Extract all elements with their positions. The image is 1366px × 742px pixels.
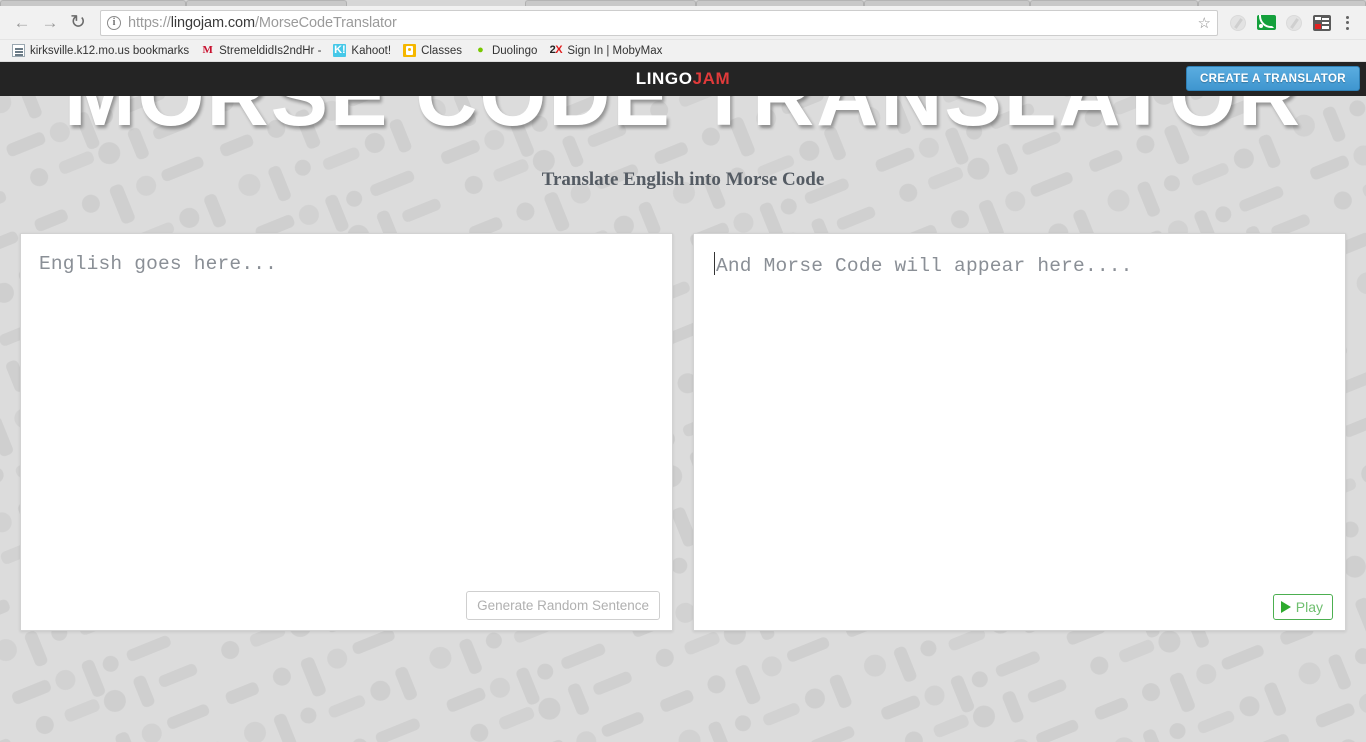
tab[interactable]	[695, 0, 864, 6]
browser-toolbar: ← → ↻ i https://lingojam.com/MorseCodeTr…	[0, 6, 1366, 40]
morse-output-panel[interactable]: And Morse Code will appear here.... Play	[693, 233, 1346, 632]
tab[interactable]	[0, 0, 186, 6]
english-input-placeholder: English goes here...	[39, 253, 278, 276]
morse-output-placeholder-row: And Morse Code will appear here....	[712, 252, 1329, 279]
site-background: MORSE CODE TRANSLATOR Translate English …	[0, 96, 1366, 742]
site-header: LINGOJAM CREATE A TRANSLATOR	[0, 62, 1366, 96]
address-bar[interactable]: i https://lingojam.com/MorseCodeTranslat…	[100, 9, 1218, 36]
cast-icon[interactable]	[1253, 10, 1279, 36]
m-letter-icon: M	[202, 44, 213, 56]
create-a-translator-button[interactable]: CREATE A TRANSLATOR	[1185, 66, 1360, 91]
bookmarks-bar: kirksville.k12.mo.us bookmarks M Stremel…	[0, 40, 1366, 62]
play-button-label: Play	[1295, 599, 1323, 616]
tab[interactable]	[185, 0, 347, 6]
url-scheme: https://	[128, 14, 171, 31]
extension-puzzle-icon-2[interactable]	[1281, 10, 1307, 36]
text-caret	[714, 252, 715, 276]
back-button[interactable]: ←	[8, 9, 36, 37]
morse-output-placeholder: And Morse Code will appear here....	[716, 255, 1133, 278]
mobymax-2x-icon: 2X	[549, 44, 563, 56]
bookmark-star-icon[interactable]: ☆	[1192, 14, 1211, 32]
input-panel-footer: Generate Random Sentence	[466, 591, 660, 621]
classes-icon	[403, 44, 417, 57]
tab-gap	[347, 0, 525, 6]
lingojam-logo[interactable]: LINGOJAM	[636, 69, 731, 89]
folder-icon	[12, 44, 25, 57]
extension-puzzle-icon[interactable]	[1225, 10, 1251, 36]
logo-primary: LINGO	[635, 69, 693, 88]
play-triangle-icon	[1280, 601, 1291, 614]
bookmark-item[interactable]: ● Duolingo	[468, 41, 543, 61]
bookmark-item[interactable]: K! Kahoot!	[327, 41, 397, 61]
url-host: lingojam.com	[170, 14, 255, 31]
chrome-menu-icon[interactable]	[1336, 10, 1358, 36]
bookmark-item[interactable]: kirksville.k12.mo.us bookmarks	[6, 41, 195, 61]
url-path: /MorseCodeTranslator	[254, 14, 397, 31]
tab[interactable]	[863, 0, 1030, 6]
tab-strip[interactable]	[0, 0, 1366, 6]
bookmark-item[interactable]: 2X Sign In | MobyMax	[543, 41, 668, 61]
page-title: MORSE CODE TRANSLATOR	[63, 96, 1303, 144]
bookmark-label: kirksville.k12.mo.us bookmarks	[30, 44, 190, 57]
site-info-icon[interactable]: i	[107, 15, 121, 30]
reload-button[interactable]: ↻	[64, 9, 92, 37]
bookmark-label: Sign In | MobyMax	[567, 44, 663, 57]
kahoot-icon: K!	[333, 44, 347, 57]
url-text: https://lingojam.com/MorseCodeTranslator	[128, 15, 397, 31]
page-subtitle: Translate English into Morse Code	[541, 169, 825, 191]
web-page: LINGOJAM CREATE A TRANSLATOR MORSE CODE …	[0, 62, 1366, 742]
calculator-icon[interactable]	[1309, 10, 1335, 36]
logo-accent: JAM	[692, 69, 731, 88]
tab-active[interactable]	[1197, 0, 1366, 6]
generate-random-sentence-button[interactable]: Generate Random Sentence	[466, 591, 660, 621]
output-panel-footer: Play	[1272, 594, 1333, 621]
bookmark-item[interactable]: M StremeldidIs2ndHr -	[195, 41, 327, 61]
english-input-panel[interactable]: English goes here... Generate Random Sen…	[20, 233, 673, 632]
bookmark-item[interactable]: Classes	[397, 41, 468, 61]
play-button[interactable]: Play	[1272, 594, 1333, 621]
bookmark-label: Duolingo	[491, 44, 538, 57]
bookmark-label: StremeldidIs2ndHr -	[219, 44, 322, 57]
forward-button[interactable]: →	[36, 9, 64, 37]
bookmark-label: Kahoot!	[351, 44, 392, 57]
translator-panels: English goes here... Generate Random Sen…	[0, 233, 1366, 632]
bookmark-label: Classes	[421, 44, 462, 57]
tab[interactable]	[524, 0, 696, 6]
hero-section: MORSE CODE TRANSLATOR Translate English …	[0, 96, 1366, 191]
duolingo-owl-icon: ●	[477, 44, 484, 56]
tab[interactable]	[1029, 0, 1198, 6]
